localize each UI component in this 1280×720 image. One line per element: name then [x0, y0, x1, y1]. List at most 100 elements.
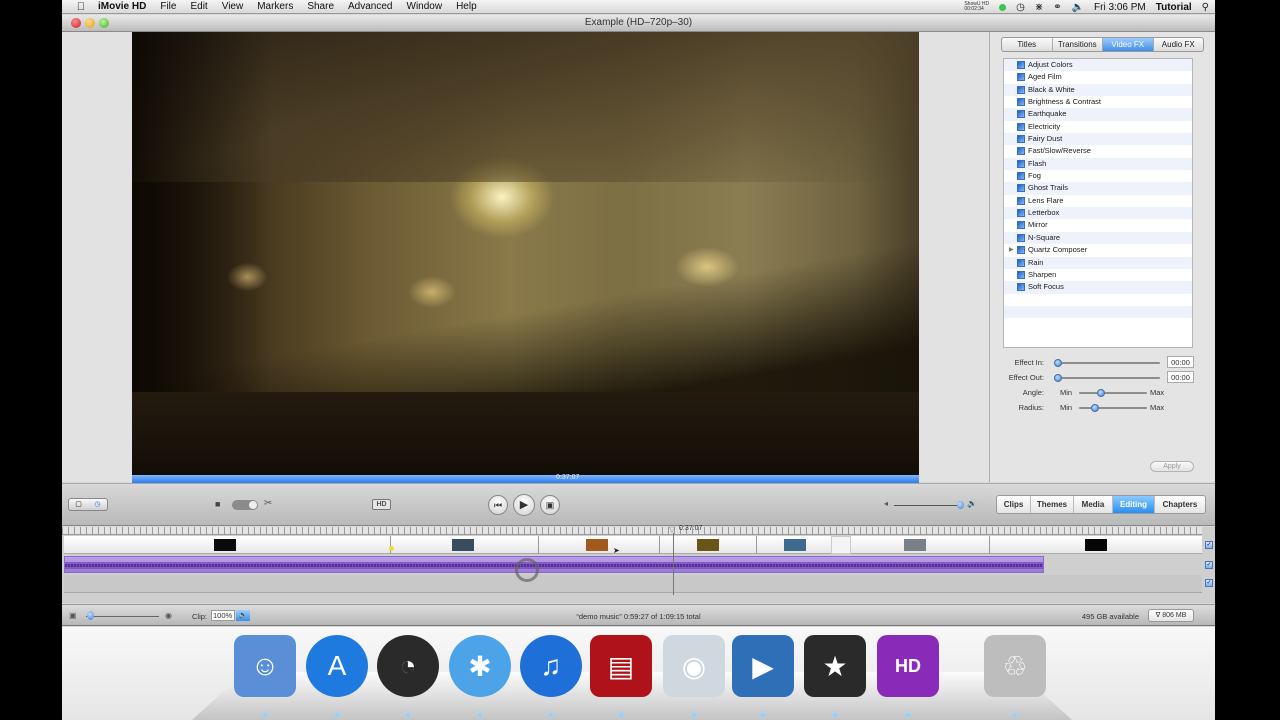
- audio-track-1-checkbox[interactable]: ✓: [1205, 561, 1213, 569]
- clip-thumbnail[interactable]: [697, 539, 719, 551]
- menu-markers[interactable]: Markers: [257, 1, 293, 12]
- tab-clips[interactable]: Clips: [997, 496, 1031, 513]
- camera-edit-switch[interactable]: ■ ✂: [207, 498, 287, 511]
- effect-in-slider[interactable]: [1054, 359, 1160, 367]
- effect-item[interactable]: Brightness & Contrast: [1004, 96, 1192, 108]
- effect-item[interactable]: Sharpen: [1004, 269, 1192, 281]
- bluetooth-icon[interactable]: ⋇: [1035, 2, 1043, 13]
- volume-icon[interactable]: 🔈: [1072, 2, 1084, 13]
- timeline[interactable]: ▽ 0:37:07 ➤ ✓ ✓ ✓: [62, 525, 1215, 603]
- menu-edit[interactable]: Edit: [190, 1, 207, 12]
- effect-item[interactable]: Earthquake: [1004, 108, 1192, 121]
- audio-clip-demo-music[interactable]: [64, 556, 1044, 573]
- showu-status[interactable]: ShowU HD 00:02:34: [964, 2, 989, 12]
- video-app-icon[interactable]: ◉: [663, 635, 725, 697]
- effect-item[interactable]: Fairy Dust: [1004, 133, 1192, 146]
- audio-track-2[interactable]: [64, 575, 1202, 593]
- clip-view-icon[interactable]: ▢: [69, 499, 88, 510]
- effect-item[interactable]: Mirror: [1004, 219, 1192, 231]
- spotlight-icon[interactable]: ⚲: [1202, 2, 1209, 13]
- scrubber-bar[interactable]: 0:37:07: [132, 474, 919, 483]
- effect-item[interactable]: Soft Focus: [1004, 281, 1192, 294]
- disclosure-triangle-icon[interactable]: ▶: [1009, 244, 1014, 256]
- clip-thumbnail[interactable]: [904, 539, 926, 551]
- volume-slider[interactable]: ◂ 🔊: [884, 499, 977, 511]
- timeline-ruler[interactable]: [62, 527, 1202, 535]
- radius-slider[interactable]: [1079, 404, 1147, 412]
- trash-project-size[interactable]: ∇ 806 MB: [1148, 609, 1194, 622]
- slider-knob[interactable]: [1054, 359, 1062, 367]
- photo-booth-icon[interactable]: ▤: [590, 635, 652, 697]
- audio-track-2-checkbox[interactable]: ✓: [1205, 579, 1213, 587]
- tab-themes[interactable]: Themes: [1031, 496, 1074, 513]
- tab-audio-fx[interactable]: Audio FX: [1154, 38, 1204, 51]
- app-store-icon[interactable]: A: [306, 635, 368, 697]
- effect-out-slider[interactable]: [1054, 374, 1160, 382]
- volume-knob[interactable]: [957, 501, 964, 509]
- view-toggle[interactable]: ▢ ◷: [68, 498, 108, 511]
- itunes-icon[interactable]: ♫: [520, 635, 582, 697]
- effect-in-field[interactable]: 00:00: [1167, 356, 1194, 368]
- trash-icon[interactable]: ♲: [984, 635, 1046, 697]
- menu-view[interactable]: View: [222, 1, 244, 12]
- clip-thumbnail[interactable]: [586, 539, 608, 551]
- menu-advanced[interactable]: Advanced: [348, 1, 392, 12]
- menu-help[interactable]: Help: [456, 1, 477, 12]
- menu-user[interactable]: Tutorial: [1156, 2, 1192, 13]
- dashboard-icon[interactable]: ◔: [377, 635, 439, 697]
- slider-knob[interactable]: [1097, 389, 1105, 397]
- mode-switch[interactable]: [232, 500, 258, 510]
- transition-placeholder[interactable]: [831, 536, 851, 554]
- menu-share[interactable]: Share: [307, 1, 334, 12]
- effect-item[interactable]: Rain: [1004, 256, 1192, 269]
- video-track-checkbox[interactable]: ✓: [1205, 541, 1213, 549]
- volume-track[interactable]: [894, 505, 962, 506]
- effect-item[interactable]: Fast/Slow/Reverse: [1004, 145, 1192, 157]
- play-button[interactable]: ▶: [513, 494, 535, 516]
- effect-item[interactable]: Adjust Colors: [1004, 59, 1192, 72]
- play-fullscreen-button[interactable]: ▣: [540, 495, 560, 515]
- bookmark-marker[interactable]: [389, 546, 394, 551]
- wifi-icon[interactable]: ⚭: [1053, 2, 1061, 13]
- tab-editing[interactable]: Editing: [1113, 496, 1155, 513]
- tab-titles[interactable]: Titles: [1002, 38, 1053, 51]
- apple-logo-icon[interactable]: : [74, 1, 88, 13]
- effect-item[interactable]: N-Square: [1004, 231, 1192, 245]
- effect-item[interactable]: Ghost Trails: [1004, 182, 1192, 195]
- imovie-star-icon[interactable]: ★: [804, 635, 866, 697]
- effect-item[interactable]: Black & White: [1004, 83, 1192, 97]
- menu-window[interactable]: Window: [407, 1, 443, 12]
- effect-item[interactable]: Flash: [1004, 157, 1192, 171]
- finder-icon[interactable]: ☺: [234, 635, 296, 697]
- tab-chapters[interactable]: Chapters: [1155, 496, 1205, 513]
- tab-video-fx[interactable]: Video FX: [1103, 38, 1154, 51]
- angle-slider[interactable]: [1079, 389, 1147, 397]
- imovie-hd-icon[interactable]: HD: [877, 635, 939, 697]
- menu-file[interactable]: File: [160, 1, 176, 12]
- rewind-button[interactable]: ⏮: [488, 495, 508, 515]
- effect-item[interactable]: Lens Flare: [1004, 195, 1192, 207]
- imovie-clapper-icon[interactable]: ▶: [732, 635, 794, 697]
- effect-out-field[interactable]: 00:00: [1167, 371, 1194, 383]
- recording-dot-icon[interactable]: [999, 3, 1007, 11]
- effect-item[interactable]: Electricity: [1004, 121, 1192, 133]
- safari-icon[interactable]: ✱: [449, 635, 511, 697]
- apply-button[interactable]: Apply: [1150, 461, 1194, 472]
- playhead-line[interactable]: [673, 533, 674, 595]
- clip-thumbnail[interactable]: [452, 539, 474, 551]
- clip-thumbnail[interactable]: [784, 539, 806, 551]
- clip-thumbnail[interactable]: [214, 539, 236, 551]
- tab-transitions[interactable]: Transitions: [1053, 38, 1103, 51]
- menu-app-name[interactable]: iMovie HD: [98, 1, 146, 12]
- tab-media[interactable]: Media: [1074, 496, 1113, 513]
- slider-knob[interactable]: [1054, 374, 1062, 382]
- effect-item[interactable]: Aged Film: [1004, 71, 1192, 83]
- video-track[interactable]: [64, 536, 1202, 554]
- time-machine-icon[interactable]: ◷: [1016, 2, 1025, 13]
- menu-clock[interactable]: Fri 3:06 PM: [1094, 2, 1146, 13]
- timeline-view-icon[interactable]: ◷: [88, 499, 107, 510]
- slider-knob[interactable]: [1091, 404, 1099, 412]
- effect-item[interactable]: Letterbox: [1004, 207, 1192, 220]
- effects-list[interactable]: Adjust Colors Aged Film Black & White Br…: [1003, 58, 1193, 348]
- effect-item[interactable]: Fog: [1004, 170, 1192, 182]
